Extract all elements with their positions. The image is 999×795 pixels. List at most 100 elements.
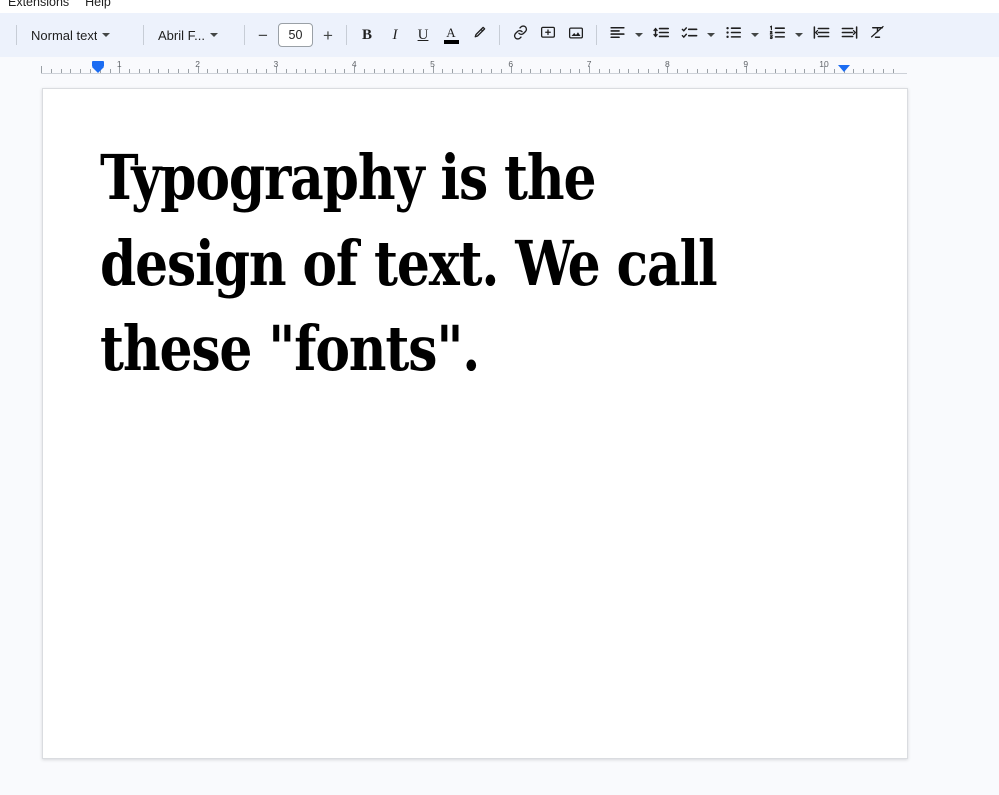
decrease-font-size-button[interactable]: − xyxy=(251,23,275,47)
ruler-tick xyxy=(638,69,639,73)
ruler-tick xyxy=(628,69,629,73)
first-line-indent-marker[interactable] xyxy=(92,61,104,72)
ruler-tick xyxy=(41,66,42,73)
ruler-tick xyxy=(834,69,835,73)
ruler-tick xyxy=(579,69,580,73)
italic-button[interactable]: I xyxy=(381,21,409,49)
increase-indent-icon xyxy=(840,23,859,47)
ruler-tick xyxy=(110,69,111,73)
checklist-icon xyxy=(680,23,699,47)
font-size-input[interactable]: 50 xyxy=(278,23,313,47)
font-family-dropdown[interactable]: Abril F... xyxy=(150,21,238,49)
document-body[interactable]: Typography is the design of text. We cal… xyxy=(100,135,845,392)
add-comment-button[interactable] xyxy=(534,21,562,49)
chevron-down-icon xyxy=(97,33,115,37)
text-color-letter: A xyxy=(446,26,455,39)
ruler-tick xyxy=(501,69,502,73)
line-spacing-button[interactable] xyxy=(647,21,675,49)
bold-button[interactable]: B xyxy=(353,21,381,49)
ruler-tick xyxy=(315,69,316,73)
link-icon xyxy=(511,23,530,47)
bulleted-list-dropdown-button[interactable] xyxy=(747,21,763,49)
insert-image-button[interactable] xyxy=(562,21,590,49)
ruler-number: 6 xyxy=(508,60,513,69)
ruler-number: 10 xyxy=(819,60,828,69)
ruler-tick xyxy=(726,69,727,73)
ruler-tick xyxy=(697,69,698,73)
ruler-tick xyxy=(893,69,894,73)
ruler-number: 2 xyxy=(195,60,200,69)
clear-formatting-button[interactable] xyxy=(863,21,891,49)
ruler-tick xyxy=(168,69,169,73)
align-button[interactable] xyxy=(603,21,631,49)
ruler-tick xyxy=(775,69,776,73)
ruler-tick xyxy=(491,69,492,73)
line-spacing-icon xyxy=(652,23,671,47)
chevron-down-icon xyxy=(795,33,803,37)
ruler-tick xyxy=(61,69,62,73)
ruler-tick xyxy=(188,69,189,73)
paragraph-style-dropdown[interactable]: Normal text xyxy=(23,21,137,49)
text-color-button[interactable]: A xyxy=(437,21,465,49)
highlight-color-button[interactable] xyxy=(465,21,493,49)
ruler-number: 5 xyxy=(430,60,435,69)
ruler-tick xyxy=(599,69,600,73)
ruler-baseline xyxy=(41,73,907,74)
toolbar-divider xyxy=(16,25,17,45)
toolbar-divider xyxy=(244,25,245,45)
ruler-tick xyxy=(648,69,649,73)
toolbar-divider xyxy=(346,25,347,45)
ruler-tick xyxy=(374,69,375,73)
align-dropdown-button[interactable] xyxy=(631,21,647,49)
document-paragraph[interactable]: Typography is the design of text. We cal… xyxy=(100,135,793,392)
ruler-tick xyxy=(296,69,297,73)
menu-item-help[interactable]: Help xyxy=(77,0,119,11)
ruler-tick xyxy=(325,69,326,73)
ruler-tick xyxy=(227,69,228,73)
ruler-tick xyxy=(335,69,336,73)
ruler-tick xyxy=(716,69,717,73)
chevron-down-icon xyxy=(751,33,759,37)
numbered-list-button[interactable] xyxy=(763,21,791,49)
ruler-tick xyxy=(853,69,854,73)
ruler-tick xyxy=(364,69,365,73)
menu-bar: Extensions Help xyxy=(0,0,999,13)
ruler-tick xyxy=(286,69,287,73)
ruler-tick xyxy=(609,69,610,73)
document-canvas[interactable]: Typography is the design of text. We cal… xyxy=(0,77,999,795)
italic-icon: I xyxy=(393,27,398,44)
checklist-dropdown-button[interactable] xyxy=(703,21,719,49)
text-color-icon: A xyxy=(444,26,459,44)
ruler-track[interactable]: 12345678910 xyxy=(41,57,907,77)
numbered-list-dropdown-button[interactable] xyxy=(791,21,807,49)
checklist-button[interactable] xyxy=(675,21,703,49)
font-family-label: Abril F... xyxy=(158,28,205,43)
document-page[interactable]: Typography is the design of text. We cal… xyxy=(42,88,908,759)
comment-plus-icon xyxy=(539,24,557,47)
underline-button[interactable]: U xyxy=(409,21,437,49)
ruler-tick xyxy=(785,69,786,73)
right-indent-marker[interactable] xyxy=(838,65,850,72)
ruler-tick xyxy=(403,69,404,73)
image-icon xyxy=(567,24,585,47)
document-ruler[interactable]: 12345678910 xyxy=(0,57,999,77)
chevron-down-icon xyxy=(205,33,223,37)
menu-item-extensions[interactable]: Extensions xyxy=(0,0,77,11)
bold-icon: B xyxy=(362,27,372,44)
ruler-tick xyxy=(687,69,688,73)
increase-indent-button[interactable] xyxy=(835,21,863,49)
ruler-tick xyxy=(247,69,248,73)
font-size-stepper: − 50 + xyxy=(251,23,340,47)
ruler-tick xyxy=(814,69,815,73)
bulleted-list-button[interactable] xyxy=(719,21,747,49)
insert-link-button[interactable] xyxy=(506,21,534,49)
increase-font-size-button[interactable]: + xyxy=(316,23,340,47)
ruler-tick xyxy=(530,69,531,73)
align-left-icon xyxy=(608,23,627,47)
ruler-tick xyxy=(80,69,81,73)
clear-formatting-icon xyxy=(868,23,887,47)
decrease-indent-button[interactable] xyxy=(807,21,835,49)
ruler-number: 1 xyxy=(117,60,122,69)
ruler-tick xyxy=(178,69,179,73)
ruler-tick xyxy=(423,69,424,73)
